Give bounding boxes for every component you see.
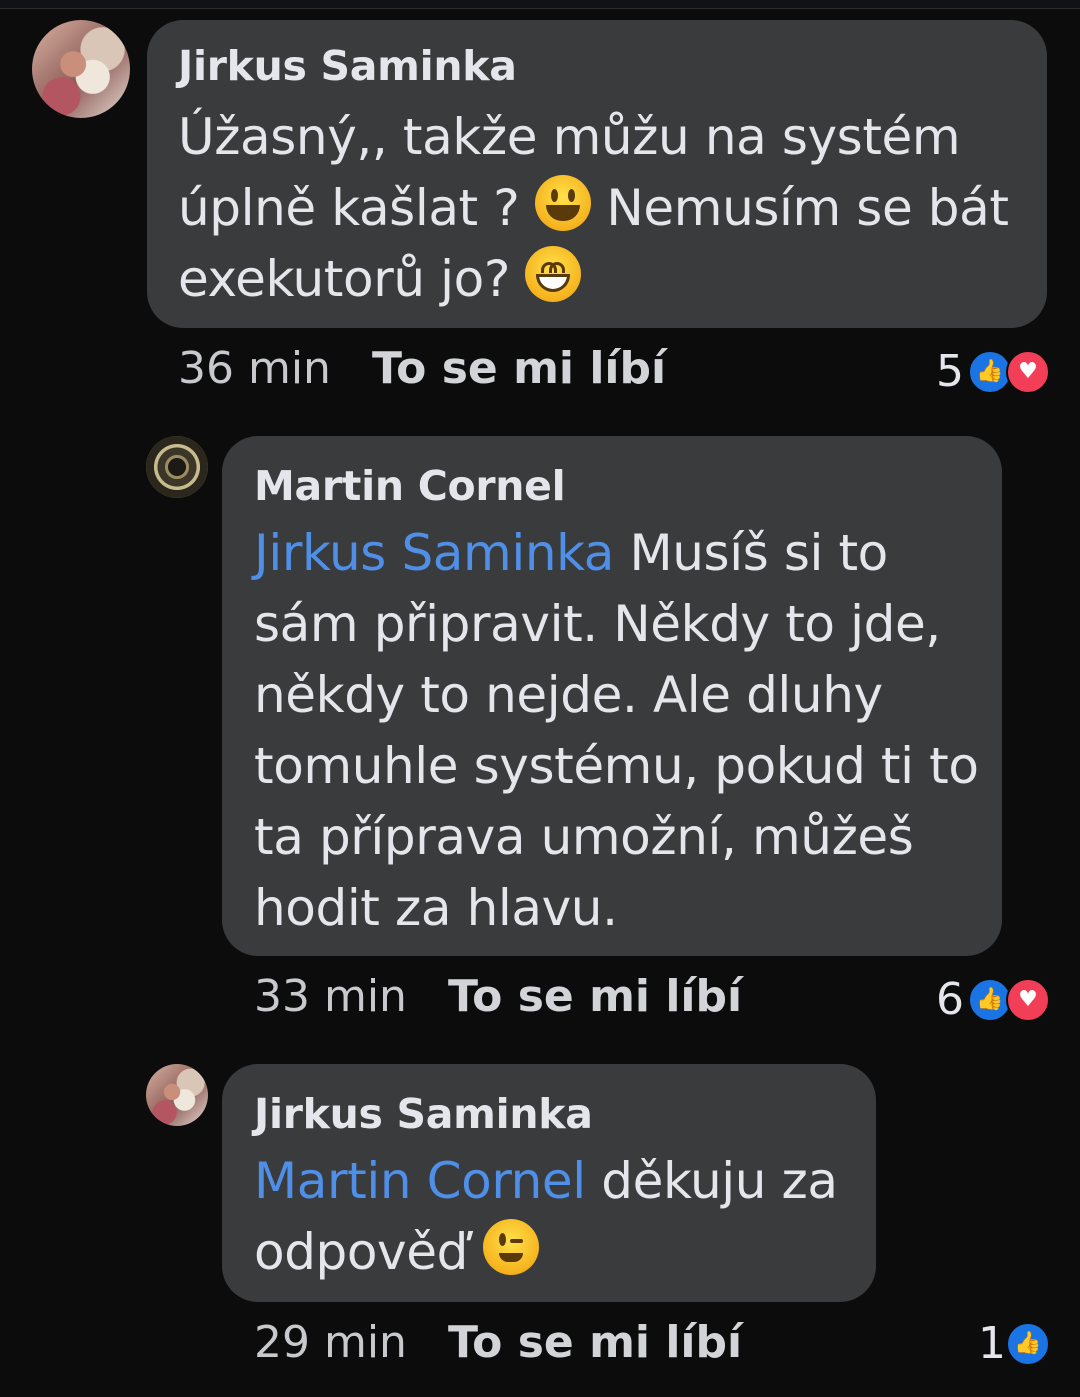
reaction-count: 1	[978, 1318, 1006, 1369]
comment-line-text: Nemusím se bát	[590, 179, 1009, 237]
comment-line: někdy to nejde. Ale dluhy	[254, 666, 883, 724]
like-button[interactable]: To se mi líbí	[448, 971, 742, 1022]
mention-link[interactable]: Jirkus Saminka	[254, 524, 614, 582]
comment-line: ta příprava umožní, můžeš	[254, 808, 914, 866]
comment-line-text: děkuju za	[585, 1152, 838, 1210]
comment-line: Úžasný,, takže můžu na systém	[178, 108, 961, 166]
reaction-summary[interactable]: 6 👍 ♥	[900, 974, 1050, 1025]
comment-time[interactable]: 36 min	[178, 343, 331, 394]
comment-time[interactable]: 33 min	[254, 971, 407, 1022]
comment-line: odpověď	[254, 1217, 838, 1288]
comment-text: Martin Cornel děkuju za odpověď	[254, 1146, 838, 1288]
comment-line: Jirkus Saminka Musíš si to	[254, 518, 979, 589]
like-icon: 👍	[1006, 1322, 1050, 1366]
wink-emoji	[483, 1219, 540, 1275]
avatar[interactable]	[146, 436, 208, 498]
reaction-summary[interactable]: 5 👍 ♥	[900, 346, 1050, 397]
grin-emoji	[525, 246, 582, 302]
comment-line-text: úplně kašlat ?	[178, 179, 535, 237]
comment-line: úplně kašlat ? Nemusím se bát	[178, 173, 1009, 244]
smiley-emoji	[534, 175, 591, 231]
heart-icon: ♥	[1006, 978, 1050, 1022]
avatar[interactable]	[146, 1064, 208, 1126]
comment-line: sám připravit. Někdy to jde,	[254, 595, 941, 653]
reaction-count: 6	[936, 974, 964, 1025]
reaction-summary[interactable]: 1 👍	[940, 1318, 1050, 1369]
like-button[interactable]: To se mi líbí	[448, 1317, 742, 1368]
comment-author[interactable]: Jirkus Saminka	[178, 42, 517, 90]
comment-line: hodit za hlavu.	[254, 879, 618, 937]
comment-author[interactable]: Jirkus Saminka	[254, 1090, 593, 1138]
like-button[interactable]: To se mi líbí	[372, 343, 666, 394]
comment-line-text: exekutorů jo?	[178, 250, 526, 308]
comment-author[interactable]: Martin Cornel	[254, 462, 566, 510]
comment-line-text: Musíš si to	[614, 524, 889, 582]
top-divider	[0, 0, 1080, 9]
comment-line-text: odpověď	[254, 1223, 484, 1281]
mention-link[interactable]: Martin Cornel	[254, 1152, 586, 1210]
comment-text: Jirkus Saminka Musíš si to sám připravit…	[254, 518, 979, 944]
reaction-count: 5	[936, 346, 964, 397]
comment-line: tomuhle systému, pokud ti to	[254, 737, 979, 795]
comment-line: Martin Cornel děkuju za	[254, 1146, 838, 1217]
comment-line: exekutorů jo?	[178, 244, 1009, 315]
comment-text: Úžasný,, takže můžu na systém úplně kašl…	[178, 102, 1009, 315]
heart-icon: ♥	[1006, 350, 1050, 394]
comment-time[interactable]: 29 min	[254, 1317, 407, 1368]
avatar[interactable]	[32, 20, 130, 118]
